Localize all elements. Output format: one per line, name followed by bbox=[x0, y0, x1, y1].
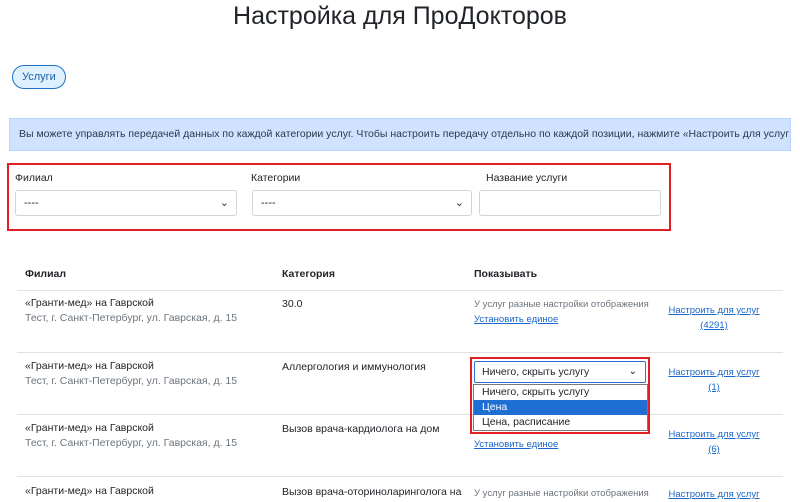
tab-services[interactable]: Услуги bbox=[12, 65, 66, 89]
branch-address: Тест, г. Санкт-Петербург, ул. Гаврская, … bbox=[25, 437, 238, 449]
configure-link-count[interactable]: (6) bbox=[664, 442, 764, 457]
service-name-input[interactable] bbox=[479, 190, 661, 216]
category-filter-label: Категории bbox=[251, 172, 301, 184]
branch-address: Тест, г. Санкт-Петербург, ул. Гаврская, … bbox=[25, 375, 238, 387]
configure-link-count[interactable]: (4291) bbox=[664, 318, 764, 333]
category-name: Вызов врача-кардиолога на дом bbox=[282, 423, 440, 435]
service-filter-label: Название услуги bbox=[486, 172, 568, 184]
info-alert: Вы можете управлять передачей данных по … bbox=[9, 118, 791, 151]
option-price-schedule[interactable]: Цена, расписание bbox=[474, 415, 647, 430]
configure-services-link[interactable]: Настроить для услуг bbox=[664, 487, 764, 502]
table-row-branch: «Гранти-мед» на Гаврской Тест, г. Санкт-… bbox=[25, 421, 237, 451]
branch-name: «Гранти-мед» на Гаврской bbox=[25, 297, 154, 309]
show-mode-value: Ничего, скрыть услугу bbox=[482, 366, 590, 378]
option-price[interactable]: Цена bbox=[474, 400, 647, 415]
configure-link-text[interactable]: Настроить для услуг bbox=[664, 427, 764, 442]
configure-link-text[interactable]: Настроить для услуг bbox=[664, 365, 764, 380]
column-header-branch: Филиал bbox=[25, 268, 67, 280]
branch-address: Тест, г. Санкт-Петербург, ул. Гаврская, … bbox=[25, 312, 238, 324]
option-hide-service[interactable]: Ничего, скрыть услугу bbox=[474, 385, 647, 400]
branch-filter-select[interactable]: ---- ⌄ bbox=[15, 190, 237, 216]
configure-services-link[interactable]: Настроить для услуг (1) bbox=[664, 365, 764, 395]
set-uniform-link[interactable]: Установить единое bbox=[474, 437, 558, 452]
configure-services-link[interactable]: Настроить для услуг (4291) bbox=[664, 303, 764, 333]
row-divider bbox=[17, 352, 783, 353]
category-name: Аллергология и иммунология bbox=[282, 361, 426, 373]
row-divider bbox=[17, 290, 783, 291]
category-name: Вызов врача-оториноларинголога на bbox=[282, 486, 462, 498]
chevron-down-icon: ⌄ bbox=[219, 197, 229, 209]
show-mode-options: Ничего, скрыть услугу Цена Цена, расписа… bbox=[473, 384, 648, 431]
chevron-down-icon: ⌄ bbox=[628, 366, 637, 377]
column-header-show: Показывать bbox=[474, 268, 538, 280]
show-note: У услуг разные настройки отображения bbox=[474, 299, 649, 310]
branch-name: «Гранти-мед» на Гаврской bbox=[25, 422, 154, 434]
row-divider bbox=[17, 414, 783, 415]
show-mode-select[interactable]: Ничего, скрыть услугу ⌄ bbox=[474, 361, 646, 383]
configure-services-link[interactable]: Настроить для услуг (6) bbox=[664, 427, 764, 457]
category-filter-value: ---- bbox=[261, 197, 276, 209]
column-header-category: Категория bbox=[282, 268, 336, 280]
branch-filter-label: Филиал bbox=[15, 172, 53, 184]
show-note: У услуг разные настройки отображения bbox=[474, 488, 649, 499]
chevron-down-icon: ⌄ bbox=[454, 197, 464, 209]
configure-link-text[interactable]: Настроить для услуг bbox=[664, 303, 764, 318]
show-cell: У услуг разные настройки отображения Уст… bbox=[474, 297, 649, 327]
configure-link-count[interactable]: (1) bbox=[664, 380, 764, 395]
configure-link-text[interactable]: Настроить для услуг bbox=[664, 487, 764, 502]
branch-name: «Гранти-мед» на Гаврской bbox=[25, 485, 154, 497]
page-title: Настройка для ПроДокторов bbox=[233, 2, 567, 30]
table-row-branch: «Гранти-мед» на Гаврской Тест, г. Санкт-… bbox=[25, 359, 237, 389]
table-row-branch: «Гранти-мед» на Гаврской bbox=[25, 484, 154, 499]
row-divider bbox=[17, 476, 783, 477]
branch-filter-value: ---- bbox=[24, 197, 39, 209]
category-filter-select[interactable]: ---- ⌄ bbox=[252, 190, 472, 216]
set-uniform-link[interactable]: Установить единое bbox=[474, 312, 649, 327]
table-row-branch: «Гранти-мед» на Гаврской Тест, г. Санкт-… bbox=[25, 296, 237, 326]
branch-name: «Гранти-мед» на Гаврской bbox=[25, 360, 154, 372]
category-name: 30.0 bbox=[282, 298, 303, 310]
